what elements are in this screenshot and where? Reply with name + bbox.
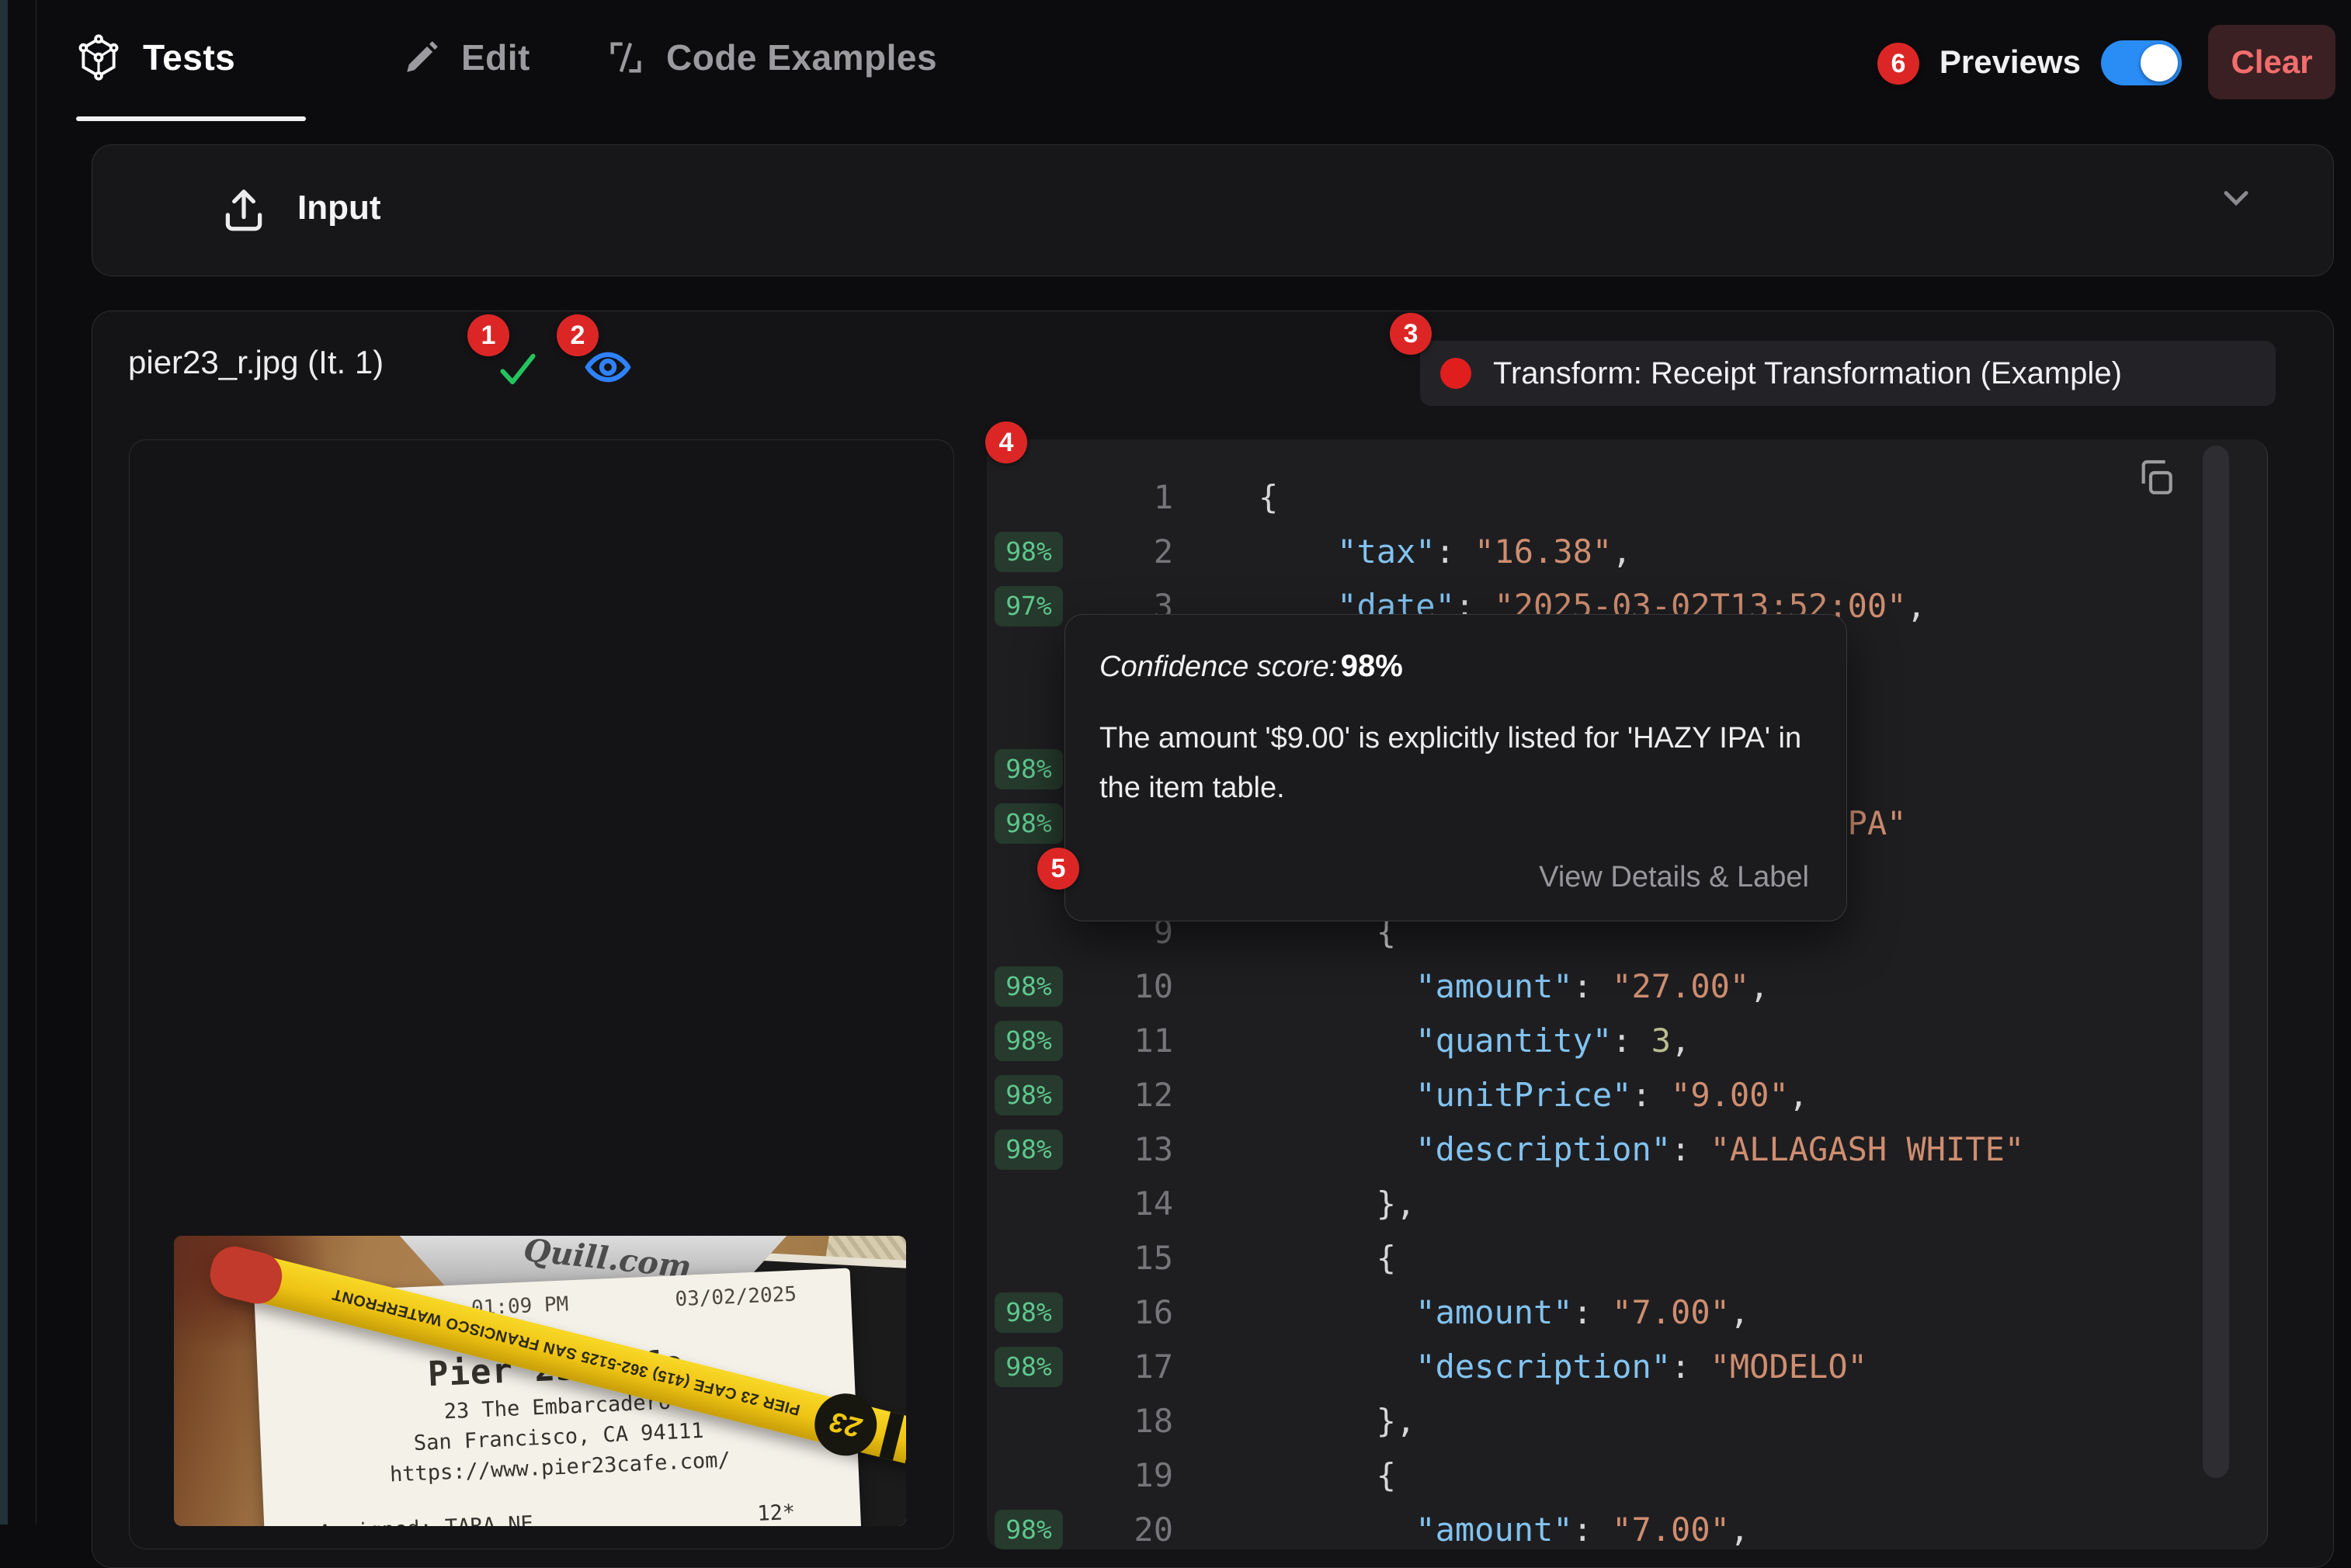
code-line: 98%10 "amount": "27.00", bbox=[987, 959, 2267, 1014]
toggle-knob bbox=[2141, 44, 2178, 82]
code-line: 15 { bbox=[987, 1231, 2267, 1285]
transform-label: Transform: Receipt Transformation (Examp… bbox=[1493, 356, 2122, 391]
line-number: 12 bbox=[1072, 1068, 1173, 1122]
code-line: 18 }, bbox=[987, 1394, 2267, 1448]
input-image-panel: Quill.com 42 01:09 PM 03/02/2025 Pier 23… bbox=[129, 439, 954, 1549]
code-text: "amount": "7.00", bbox=[1259, 1503, 1749, 1549]
code-line: 98%13 "description": "ALLAGASH WHITE" bbox=[987, 1122, 2267, 1177]
confidence-badge[interactable]: 98% bbox=[995, 1075, 1063, 1115]
pen-band bbox=[879, 1412, 904, 1461]
vertical-scrollbar[interactable] bbox=[2203, 446, 2229, 1478]
window-edge-strip bbox=[0, 0, 8, 1525]
confidence-badge[interactable]: 98% bbox=[995, 1510, 1063, 1549]
input-section-header[interactable]: Input bbox=[92, 144, 2334, 276]
line-number: 15 bbox=[1072, 1231, 1173, 1285]
tooltip-title: Confidence score: bbox=[1099, 650, 1337, 683]
tab-edit[interactable]: Edit bbox=[402, 29, 530, 85]
confidence-badge[interactable]: 98% bbox=[995, 1347, 1063, 1387]
code-text: { bbox=[1259, 1448, 1396, 1503]
tab-code-examples[interactable]: Code Examples bbox=[606, 29, 937, 85]
confidence-badge[interactable]: 98% bbox=[995, 1021, 1063, 1061]
code-line: 1{ bbox=[987, 470, 2267, 525]
previews-toggle[interactable] bbox=[2101, 40, 2182, 85]
tab-tests-label: Tests bbox=[143, 36, 235, 78]
annotation-badge-5: 5 bbox=[1037, 848, 1079, 890]
code-text: { bbox=[1259, 470, 1278, 525]
code-text: "description": "MODELO" bbox=[1259, 1340, 1867, 1394]
code-text: "amount": "27.00", bbox=[1259, 959, 1769, 1014]
app-root: { "tabs": { "tests": "Tests", "edit": "E… bbox=[0, 0, 2351, 1525]
input-section-label: Input bbox=[297, 189, 381, 227]
code-text: }, bbox=[1259, 1394, 1415, 1448]
active-tab-underline bbox=[76, 116, 306, 121]
code-line: 98%20 "amount": "7.00", bbox=[987, 1503, 2267, 1549]
code-line: 19 { bbox=[987, 1448, 2267, 1503]
chevron-down-icon[interactable] bbox=[2216, 177, 2256, 217]
code-text: }, bbox=[1259, 1177, 1415, 1231]
pencil-icon bbox=[402, 38, 441, 77]
code-text: "quantity": 3, bbox=[1259, 1014, 1690, 1068]
confidence-badge[interactable]: 98% bbox=[995, 1292, 1063, 1333]
confidence-badge[interactable]: 97% bbox=[995, 586, 1063, 626]
confidence-badge[interactable]: 98% bbox=[995, 749, 1063, 789]
code-text: { bbox=[1259, 1231, 1396, 1285]
code-text: "amount": "7.00", bbox=[1259, 1285, 1749, 1340]
line-number: 17 bbox=[1072, 1340, 1173, 1394]
tab-tests[interactable]: Tests bbox=[75, 29, 235, 85]
code-line: 98%2 "tax": "16.38", bbox=[987, 525, 2267, 579]
line-number: 16 bbox=[1072, 1285, 1173, 1340]
receipt-table-number: 12* bbox=[757, 1500, 796, 1526]
line-number: 1 bbox=[1072, 470, 1173, 525]
receipt-photo[interactable]: Quill.com 42 01:09 PM 03/02/2025 Pier 23… bbox=[174, 1236, 906, 1526]
code-line: 98%17 "description": "MODELO" bbox=[987, 1340, 2267, 1394]
view-details-link[interactable]: View Details & Label bbox=[1539, 861, 1809, 894]
clear-button[interactable]: Clear bbox=[2208, 25, 2335, 99]
tooltip-score: 98% bbox=[1341, 649, 1403, 683]
confidence-badge[interactable]: 98% bbox=[995, 966, 1063, 1007]
code-line: 98%11 "quantity": 3, bbox=[987, 1014, 2267, 1068]
eye-icon[interactable] bbox=[583, 347, 633, 387]
code-line: 14 }, bbox=[987, 1177, 2267, 1231]
confidence-badge[interactable]: 98% bbox=[995, 803, 1063, 844]
tab-edit-label: Edit bbox=[461, 36, 530, 78]
receipt-date: 03/02/2025 bbox=[675, 1282, 797, 1311]
confidence-badge[interactable]: 98% bbox=[995, 1129, 1063, 1170]
pen-band-thin bbox=[905, 1418, 906, 1465]
annotation-badge-3: 3 bbox=[1390, 313, 1432, 355]
annotation-badge-4: 4 bbox=[985, 421, 1027, 463]
file-name-label: pier23_r.jpg (It. 1) bbox=[128, 344, 384, 381]
code-text: "unitPrice": "9.00", bbox=[1259, 1068, 1808, 1122]
check-icon bbox=[496, 352, 540, 387]
transform-chip[interactable]: Transform: Receipt Transformation (Examp… bbox=[1420, 341, 2276, 406]
annotation-badge-2: 2 bbox=[557, 314, 599, 356]
confidence-badge[interactable]: 98% bbox=[995, 532, 1063, 572]
previews-label: Previews bbox=[1939, 43, 2081, 81]
code-line: 98%16 "amount": "7.00", bbox=[987, 1285, 2267, 1340]
line-number: 13 bbox=[1072, 1122, 1173, 1177]
line-number: 18 bbox=[1072, 1394, 1173, 1448]
upload-icon bbox=[218, 182, 269, 237]
clear-button-label: Clear bbox=[2231, 43, 2312, 81]
tab-code-examples-label: Code Examples bbox=[666, 36, 937, 78]
test-result-card: pier23_r.jpg (It. 1) Transform: Receipt … bbox=[92, 310, 2334, 1568]
line-number: 19 bbox=[1072, 1448, 1173, 1503]
line-number: 2 bbox=[1072, 525, 1173, 579]
code-text: "tax": "16.38", bbox=[1259, 525, 1631, 579]
transform-status-dot-icon bbox=[1440, 358, 1471, 389]
annotation-badge-6: 6 bbox=[1877, 43, 1919, 85]
line-number: 10 bbox=[1072, 959, 1173, 1014]
line-number: 11 bbox=[1072, 1014, 1173, 1068]
code-text: "description": "ALLAGASH WHITE" bbox=[1259, 1122, 2024, 1177]
json-output-editor[interactable]: 1{98%2 "tax": "16.38",97%3 "date": "2025… bbox=[987, 439, 2268, 1549]
code-line: 98%12 "unitPrice": "9.00", bbox=[987, 1068, 2267, 1122]
code-examples-icon bbox=[606, 37, 646, 78]
line-number: 20 bbox=[1072, 1503, 1173, 1549]
annotation-badge-1: 1 bbox=[467, 314, 509, 356]
receipt-assigned: Assigned: TARA NE. bbox=[318, 1511, 547, 1526]
tooltip-body: The amount '$9.00' is explicitly listed … bbox=[1099, 713, 1821, 813]
confidence-tooltip: Confidence score: 98% The amount '$9.00'… bbox=[1064, 614, 1847, 921]
copy-icon[interactable] bbox=[2134, 456, 2184, 506]
tests-icon bbox=[75, 33, 123, 82]
line-number: 14 bbox=[1072, 1177, 1173, 1231]
